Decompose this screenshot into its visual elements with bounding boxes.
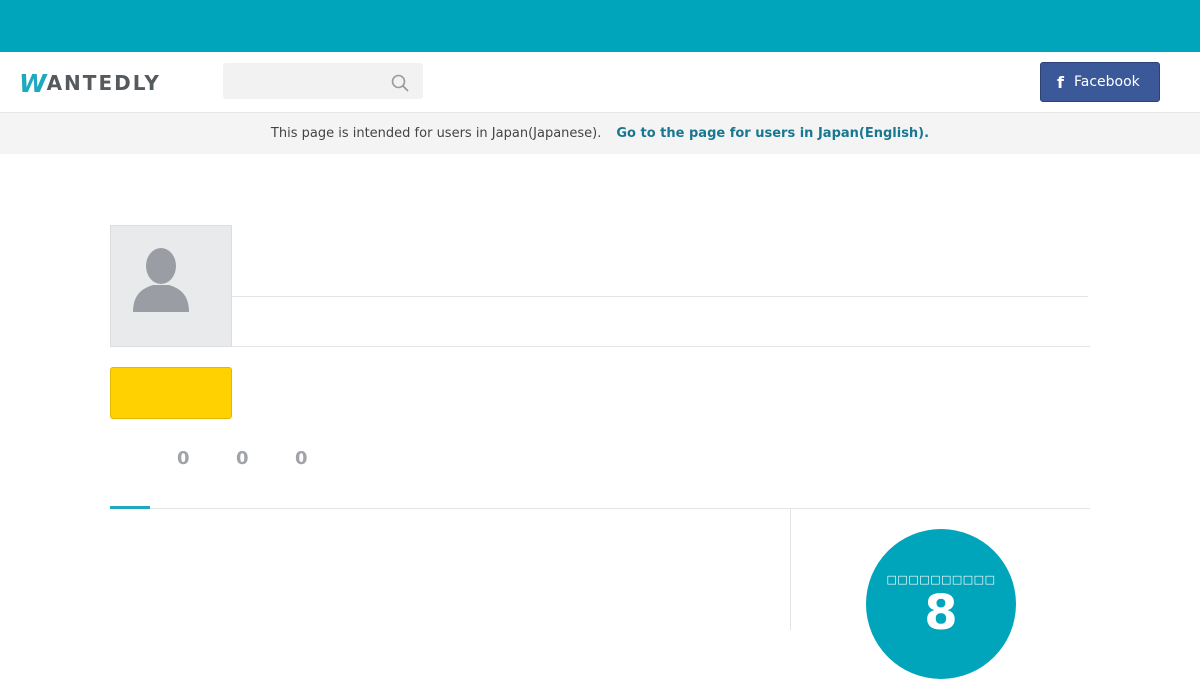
facebook-icon: f: [1057, 72, 1064, 92]
tab-active-indicator[interactable]: [110, 506, 150, 509]
search-icon[interactable]: [391, 74, 409, 92]
follow-button[interactable]: [110, 367, 232, 419]
avatar[interactable]: [110, 225, 232, 347]
facebook-login-button[interactable]: f Facebook: [1040, 62, 1160, 102]
locale-notice-bar: This page is intended for users in Japan…: [0, 113, 1200, 154]
logo-initial: W: [19, 68, 47, 98]
score-badge: □□□□□□□□□□ 8: [866, 529, 1016, 679]
site-header: W ANTEDLY f Facebook: [0, 52, 1200, 113]
default-user-icon: [133, 248, 189, 312]
wantedly-logo[interactable]: W ANTEDLY: [19, 68, 161, 98]
count-value[interactable]: 0: [177, 448, 190, 469]
profile-divider: [232, 346, 1090, 347]
logo-wordmark: ANTEDLY: [46, 71, 161, 95]
score-value: 8: [924, 585, 958, 641]
top-banner: [0, 0, 1200, 52]
tab-bar-divider: [110, 508, 1090, 509]
facebook-button-label: Facebook: [1073, 74, 1140, 90]
locale-notice-text: This page is intended for users in Japan…: [270, 126, 602, 141]
column-divider: [790, 509, 791, 630]
count-value[interactable]: 0: [295, 448, 308, 469]
profile-divider: [232, 296, 1088, 297]
english-page-link[interactable]: Go to the page for users in Japan(Englis…: [616, 126, 929, 141]
count-value[interactable]: 0: [236, 448, 249, 469]
